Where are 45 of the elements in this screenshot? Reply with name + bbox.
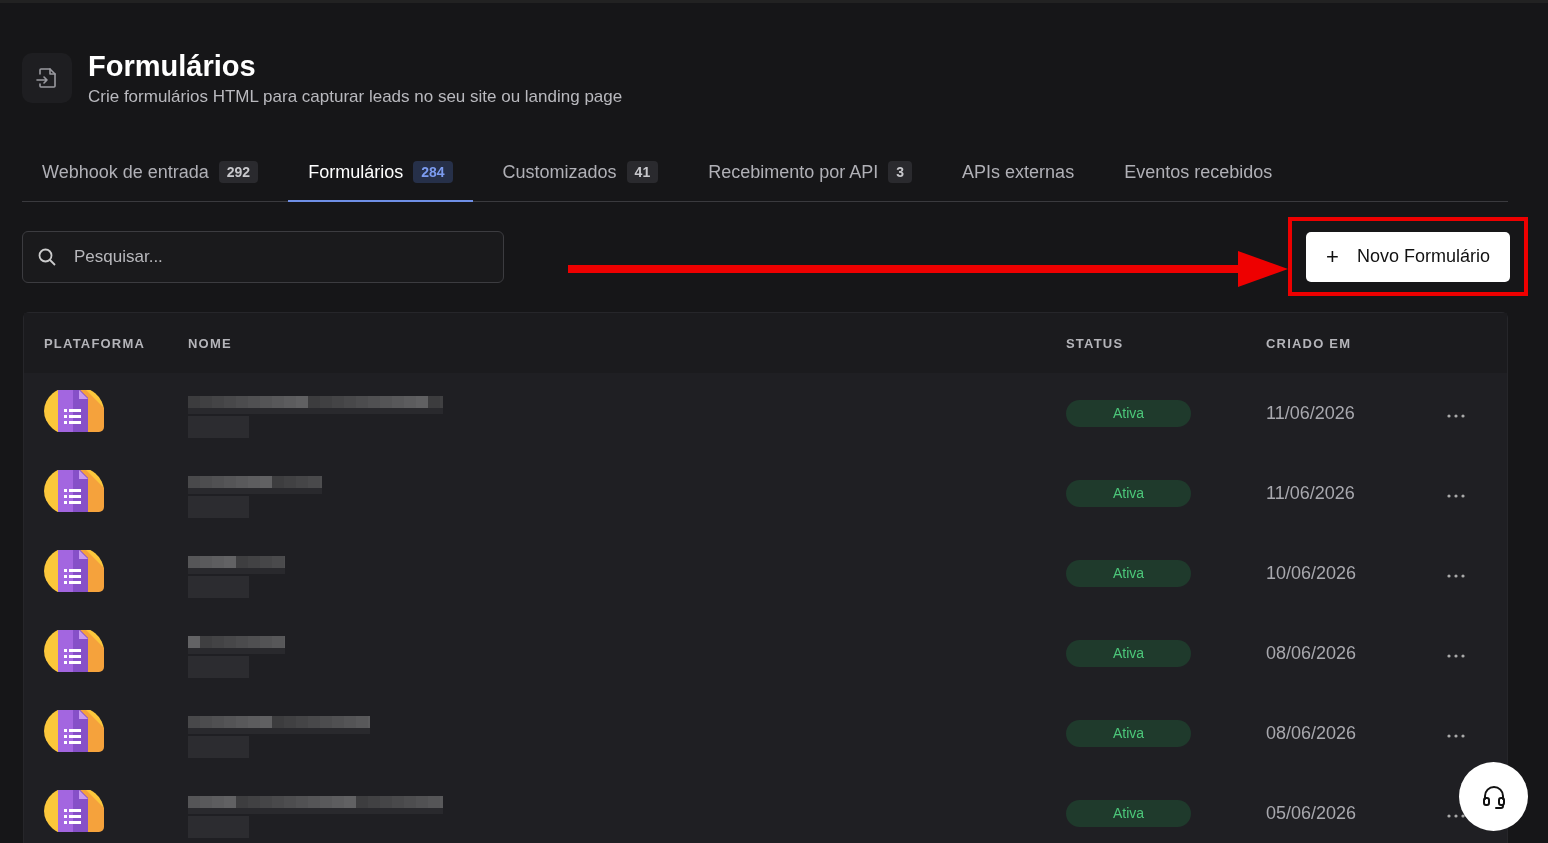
more-options-icon[interactable] [1447, 814, 1465, 818]
created-date: 11/06/2026 [1266, 482, 1356, 504]
created-date: 11/06/2026 [1266, 402, 1356, 424]
created-date: 08/06/2026 [1266, 642, 1358, 664]
status-badge: Ativa [1066, 559, 1191, 587]
count-badge: 292 [218, 161, 259, 183]
status-badge: Ativa [1066, 399, 1191, 427]
search-icon [37, 247, 57, 267]
created-date: 08/06/2026 [1266, 722, 1358, 744]
count-badge: 3 [888, 161, 913, 183]
form-app-icon [44, 790, 104, 832]
status-badge: Ativa [1066, 479, 1191, 507]
tab[interactable]: Recebimento por API 3 [688, 144, 933, 202]
more-options-icon[interactable] [1447, 574, 1465, 578]
new-form-button[interactable]: + Novo Formulário [1306, 231, 1510, 282]
page-title: Formulários [88, 49, 257, 83]
page-subtitle: Crie formulários HTML para capturar leads no seu site ou landing page [88, 87, 623, 107]
tab[interactable]: Customizados 41 [482, 144, 679, 202]
headset-icon [1480, 783, 1507, 810]
created-date: 05/06/2026 [1266, 802, 1358, 824]
column-header: NOME [188, 335, 233, 351]
column-header: CRIADO EM [1266, 335, 1353, 351]
column-header: STATUS [1066, 335, 1125, 351]
status-badge: Ativa [1066, 639, 1191, 667]
more-options-icon[interactable] [1447, 414, 1465, 418]
file-import-icon [35, 66, 59, 90]
status-badge: Ativa [1066, 719, 1191, 747]
column-header: PLATAFORMA [44, 335, 147, 351]
more-options-icon[interactable] [1447, 734, 1465, 738]
status-badge: Ativa [1066, 799, 1191, 827]
count-badge: 284 [413, 161, 453, 183]
tab[interactable]: Formulários 284 [288, 144, 473, 202]
tab[interactable]: APIs externas [942, 144, 1095, 202]
created-date: 10/06/2026 [1266, 562, 1358, 584]
form-app-icon [44, 550, 104, 592]
form-app-icon [44, 710, 104, 752]
count-badge: 41 [626, 161, 659, 183]
more-options-icon[interactable] [1447, 494, 1465, 498]
search-field[interactable]: Pesquisar... [22, 231, 504, 283]
form-app-icon [44, 630, 104, 672]
tab[interactable]: Eventos recebidos [1104, 144, 1293, 202]
tab[interactable]: Webhook de entrada 292 [22, 144, 279, 202]
form-app-icon [44, 390, 104, 432]
more-options-icon[interactable] [1447, 654, 1465, 658]
form-app-icon [44, 470, 104, 512]
